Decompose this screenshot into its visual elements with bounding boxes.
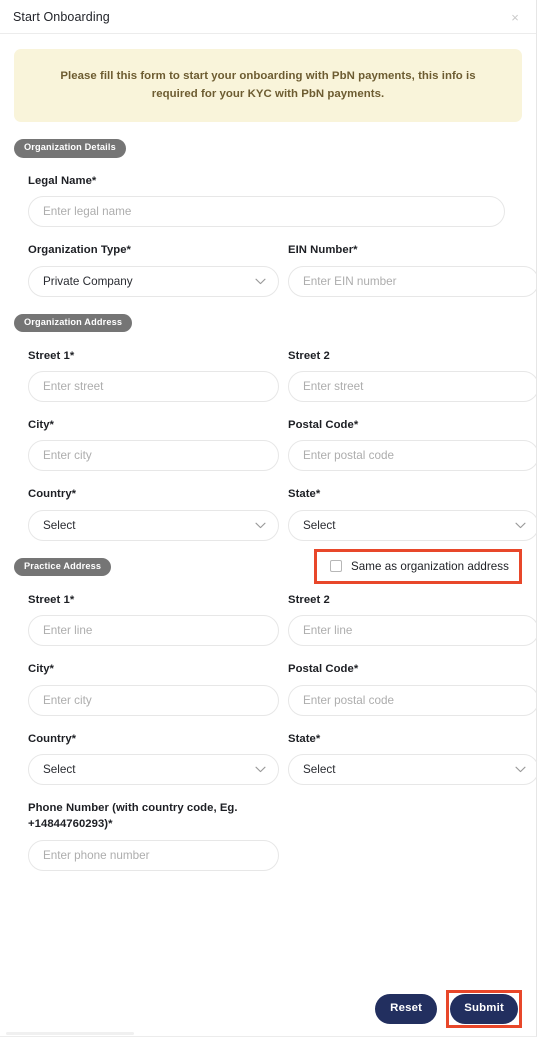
label-org-street1: Street 1* — [28, 349, 75, 362]
control-org-country: Select — [28, 509, 279, 541]
label-org-state: State* — [288, 488, 321, 501]
control-org-street2 — [288, 371, 536, 403]
section-badge-practice-address: Practice Address — [14, 558, 112, 577]
control-phone-number — [28, 839, 279, 871]
start-onboarding-modal: Start Onboarding × Please fill this form… — [0, 0, 537, 1037]
same-as-organization-address-label: Same as organization address — [350, 559, 509, 573]
section-header-organization-details: Organization Details — [14, 139, 522, 158]
organization-type-select[interactable]: Private Company — [28, 265, 279, 297]
label-organization-type: Organization Type* — [28, 244, 132, 257]
org-city-input[interactable] — [28, 440, 279, 472]
modal-footer: Reset Submit — [375, 989, 522, 1028]
control-practice-street2 — [288, 615, 536, 647]
field-org-country: Country* Select — [28, 486, 279, 541]
submit-button-highlight: Submit — [446, 989, 522, 1028]
section-organization-address: Organization Address Street 1* Street 2 — [14, 314, 536, 541]
practice-state-select[interactable]: Select — [288, 753, 536, 785]
field-ein-number: EIN Number* — [288, 242, 536, 297]
org-country-select[interactable]: Select — [28, 509, 279, 541]
section-badge-organization-details: Organization Details — [14, 139, 126, 158]
label-practice-state: State* — [288, 732, 321, 745]
org-state-select[interactable]: Select — [288, 509, 536, 541]
label-ein-number: EIN Number* — [288, 244, 358, 257]
control-org-state: Select — [288, 509, 536, 541]
field-org-street2: Street 2 — [288, 348, 536, 403]
ein-number-input[interactable] — [288, 265, 536, 297]
control-org-street1 — [28, 371, 279, 403]
control-practice-city — [28, 684, 279, 716]
same-as-organization-address-highlight: Same as organization address — [313, 548, 522, 584]
practice-street2-input[interactable] — [288, 615, 536, 647]
field-phone-number: Phone Number (with country code, Eg. +14… — [28, 800, 279, 871]
label-org-country: Country* — [28, 488, 77, 501]
label-org-city: City* — [28, 419, 54, 432]
practice-city-input[interactable] — [28, 684, 279, 716]
org-street2-input[interactable] — [288, 371, 536, 403]
label-practice-street2: Street 2 — [288, 593, 330, 606]
phone-number-input[interactable] — [28, 839, 279, 871]
reset-button[interactable]: Reset — [375, 993, 438, 1024]
org-street1-input[interactable] — [28, 371, 279, 403]
org-postal-code-input[interactable] — [288, 440, 536, 472]
practice-country-select[interactable]: Select — [28, 753, 279, 785]
section-badge-organization-address: Organization Address — [14, 314, 133, 333]
section-organization-details: Organization Details Legal Name* Organiz… — [14, 139, 536, 297]
field-row: Street 1* Street 2 City* — [14, 577, 536, 871]
field-practice-street2: Street 2 — [288, 592, 536, 647]
same-as-organization-address-checkbox[interactable] — [329, 560, 342, 573]
field-practice-postal-code: Postal Code* — [288, 661, 536, 716]
field-org-state: State* Select — [288, 486, 536, 541]
label-practice-postal-code: Postal Code* — [288, 663, 359, 676]
field-row: Organization Type* Private Company EIN N… — [14, 227, 536, 297]
section-header-practice-address: Practice Address Same as organization ad… — [14, 548, 522, 584]
practice-postal-code-input[interactable] — [288, 684, 536, 716]
legal-name-input[interactable] — [28, 196, 505, 228]
label-legal-name: Legal Name* — [28, 174, 97, 187]
modal-header: Start Onboarding × — [0, 0, 536, 34]
practice-street1-input[interactable] — [28, 615, 279, 647]
control-ein-number — [288, 265, 536, 297]
control-practice-street1 — [28, 615, 279, 647]
field-practice-country: Country* Select — [28, 731, 279, 785]
control-organization-type: Private Company — [28, 265, 279, 297]
field-row: Street 1* Street 2 City* — [14, 333, 536, 541]
label-phone-number: Phone Number (with country code, Eg. +14… — [28, 801, 238, 831]
label-practice-street1: Street 1* — [28, 593, 75, 606]
label-practice-country: Country* — [28, 732, 77, 745]
field-org-city: City* — [28, 417, 279, 472]
control-practice-state: Select — [288, 753, 536, 785]
label-practice-city: City* — [28, 663, 54, 676]
info-banner: Please fill this form to start your onbo… — [14, 49, 522, 122]
control-legal-name — [28, 196, 505, 228]
label-org-postal-code: Postal Code* — [288, 419, 359, 432]
close-icon[interactable]: × — [507, 9, 523, 25]
control-org-city — [28, 440, 279, 472]
horizontal-scrollbar[interactable] — [6, 1032, 134, 1035]
label-org-street2: Street 2 — [288, 349, 330, 362]
field-practice-state: State* Select — [288, 731, 536, 785]
control-practice-country: Select — [28, 753, 279, 785]
field-row: Legal Name* — [14, 173, 522, 228]
field-practice-street1: Street 1* — [28, 592, 279, 647]
submit-button[interactable]: Submit — [450, 993, 518, 1024]
field-practice-city: City* — [28, 661, 279, 716]
field-org-postal-code: Postal Code* — [288, 417, 536, 472]
modal-body: Please fill this form to start your onbo… — [0, 34, 536, 871]
control-org-postal-code — [288, 440, 536, 472]
field-org-street1: Street 1* — [28, 348, 279, 403]
section-practice-address: Practice Address Same as organization ad… — [14, 548, 536, 871]
field-organization-type: Organization Type* Private Company — [28, 242, 279, 297]
section-header-organization-address: Organization Address — [14, 314, 522, 333]
field-legal-name: Legal Name* — [28, 173, 522, 228]
page-title: Start Onboarding — [13, 9, 110, 24]
control-practice-postal-code — [288, 684, 536, 716]
